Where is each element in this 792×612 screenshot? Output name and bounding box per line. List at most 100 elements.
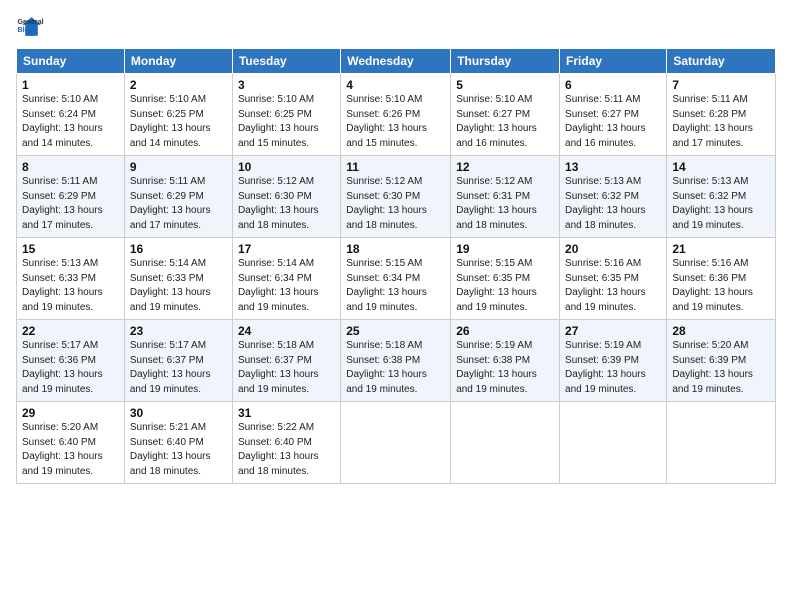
day-cell: 15 Sunrise: 5:13 AM Sunset: 6:33 PM Dayl… bbox=[17, 238, 125, 320]
day-cell: 5 Sunrise: 5:10 AM Sunset: 6:27 PM Dayli… bbox=[451, 74, 560, 156]
day-cell: 20 Sunrise: 5:16 AM Sunset: 6:35 PM Dayl… bbox=[560, 238, 667, 320]
day-cell: 24 Sunrise: 5:18 AM Sunset: 6:37 PM Dayl… bbox=[232, 320, 340, 402]
sunset-label: Sunset: 6:24 PM bbox=[22, 109, 96, 120]
week-row-3: 15 Sunrise: 5:13 AM Sunset: 6:33 PM Dayl… bbox=[17, 238, 776, 320]
daylight-label: Daylight: 13 hours and 14 minutes. bbox=[130, 123, 211, 149]
day-cell: 18 Sunrise: 5:15 AM Sunset: 6:34 PM Dayl… bbox=[341, 238, 451, 320]
day-number: 28 bbox=[672, 324, 770, 338]
daylight-label: Daylight: 13 hours and 18 minutes. bbox=[130, 451, 211, 477]
day-cell: 14 Sunrise: 5:13 AM Sunset: 6:32 PM Dayl… bbox=[667, 156, 776, 238]
sunrise-label: Sunrise: 5:10 AM bbox=[346, 94, 422, 105]
col-header-monday: Monday bbox=[124, 49, 232, 74]
col-header-tuesday: Tuesday bbox=[232, 49, 340, 74]
col-header-wednesday: Wednesday bbox=[341, 49, 451, 74]
sunrise-label: Sunrise: 5:11 AM bbox=[22, 176, 97, 187]
col-header-friday: Friday bbox=[560, 49, 667, 74]
day-info: Sunrise: 5:16 AM Sunset: 6:36 PM Dayligh… bbox=[672, 257, 770, 315]
daylight-label: Daylight: 13 hours and 19 minutes. bbox=[565, 369, 646, 395]
day-cell: 25 Sunrise: 5:18 AM Sunset: 6:38 PM Dayl… bbox=[341, 320, 451, 402]
sunset-label: Sunset: 6:27 PM bbox=[456, 109, 530, 120]
daylight-label: Daylight: 13 hours and 19 minutes. bbox=[672, 369, 753, 395]
day-info: Sunrise: 5:12 AM Sunset: 6:31 PM Dayligh… bbox=[456, 175, 554, 233]
sunset-label: Sunset: 6:36 PM bbox=[22, 355, 96, 366]
day-info: Sunrise: 5:10 AM Sunset: 6:27 PM Dayligh… bbox=[456, 93, 554, 151]
day-info: Sunrise: 5:15 AM Sunset: 6:34 PM Dayligh… bbox=[346, 257, 445, 315]
day-cell: 2 Sunrise: 5:10 AM Sunset: 6:25 PM Dayli… bbox=[124, 74, 232, 156]
day-number: 19 bbox=[456, 242, 554, 256]
header: General Blue bbox=[16, 14, 776, 42]
day-info: Sunrise: 5:13 AM Sunset: 6:32 PM Dayligh… bbox=[565, 175, 661, 233]
sunset-label: Sunset: 6:32 PM bbox=[672, 191, 746, 202]
sunset-label: Sunset: 6:29 PM bbox=[130, 191, 204, 202]
daylight-label: Daylight: 13 hours and 16 minutes. bbox=[456, 123, 537, 149]
sunset-label: Sunset: 6:25 PM bbox=[238, 109, 312, 120]
sunset-label: Sunset: 6:34 PM bbox=[238, 273, 312, 284]
day-number: 17 bbox=[238, 242, 335, 256]
day-info: Sunrise: 5:10 AM Sunset: 6:25 PM Dayligh… bbox=[238, 93, 335, 151]
sunrise-label: Sunrise: 5:15 AM bbox=[346, 258, 422, 269]
logo: General Blue bbox=[16, 14, 48, 42]
day-cell bbox=[341, 402, 451, 484]
col-header-sunday: Sunday bbox=[17, 49, 125, 74]
sunrise-label: Sunrise: 5:19 AM bbox=[565, 340, 641, 351]
sunrise-label: Sunrise: 5:11 AM bbox=[130, 176, 205, 187]
daylight-label: Daylight: 13 hours and 18 minutes. bbox=[238, 451, 319, 477]
day-number: 21 bbox=[672, 242, 770, 256]
day-number: 25 bbox=[346, 324, 445, 338]
day-number: 9 bbox=[130, 160, 227, 174]
daylight-label: Daylight: 13 hours and 19 minutes. bbox=[346, 369, 427, 395]
sunrise-label: Sunrise: 5:12 AM bbox=[346, 176, 422, 187]
day-info: Sunrise: 5:15 AM Sunset: 6:35 PM Dayligh… bbox=[456, 257, 554, 315]
daylight-label: Daylight: 13 hours and 19 minutes. bbox=[238, 287, 319, 313]
daylight-label: Daylight: 13 hours and 17 minutes. bbox=[672, 123, 753, 149]
sunset-label: Sunset: 6:40 PM bbox=[238, 437, 312, 448]
day-info: Sunrise: 5:12 AM Sunset: 6:30 PM Dayligh… bbox=[238, 175, 335, 233]
day-info: Sunrise: 5:22 AM Sunset: 6:40 PM Dayligh… bbox=[238, 421, 335, 479]
daylight-label: Daylight: 13 hours and 19 minutes. bbox=[22, 451, 103, 477]
day-info: Sunrise: 5:20 AM Sunset: 6:40 PM Dayligh… bbox=[22, 421, 119, 479]
svg-text:General: General bbox=[18, 19, 44, 26]
day-cell: 27 Sunrise: 5:19 AM Sunset: 6:39 PM Dayl… bbox=[560, 320, 667, 402]
sunrise-label: Sunrise: 5:10 AM bbox=[238, 94, 314, 105]
daylight-label: Daylight: 13 hours and 19 minutes. bbox=[672, 287, 753, 313]
day-cell: 16 Sunrise: 5:14 AM Sunset: 6:33 PM Dayl… bbox=[124, 238, 232, 320]
day-number: 13 bbox=[565, 160, 661, 174]
day-info: Sunrise: 5:17 AM Sunset: 6:36 PM Dayligh… bbox=[22, 339, 119, 397]
daylight-label: Daylight: 13 hours and 15 minutes. bbox=[346, 123, 427, 149]
day-info: Sunrise: 5:14 AM Sunset: 6:33 PM Dayligh… bbox=[130, 257, 227, 315]
sunrise-label: Sunrise: 5:11 AM bbox=[672, 94, 747, 105]
day-cell: 7 Sunrise: 5:11 AM Sunset: 6:28 PM Dayli… bbox=[667, 74, 776, 156]
day-info: Sunrise: 5:21 AM Sunset: 6:40 PM Dayligh… bbox=[130, 421, 227, 479]
sunrise-label: Sunrise: 5:13 AM bbox=[22, 258, 98, 269]
calendar-header-row: SundayMondayTuesdayWednesdayThursdayFrid… bbox=[17, 49, 776, 74]
day-info: Sunrise: 5:16 AM Sunset: 6:35 PM Dayligh… bbox=[565, 257, 661, 315]
day-info: Sunrise: 5:13 AM Sunset: 6:33 PM Dayligh… bbox=[22, 257, 119, 315]
day-cell: 31 Sunrise: 5:22 AM Sunset: 6:40 PM Dayl… bbox=[232, 402, 340, 484]
day-info: Sunrise: 5:11 AM Sunset: 6:27 PM Dayligh… bbox=[565, 93, 661, 151]
day-info: Sunrise: 5:10 AM Sunset: 6:25 PM Dayligh… bbox=[130, 93, 227, 151]
day-number: 2 bbox=[130, 78, 227, 92]
day-cell: 13 Sunrise: 5:13 AM Sunset: 6:32 PM Dayl… bbox=[560, 156, 667, 238]
sunset-label: Sunset: 6:29 PM bbox=[22, 191, 96, 202]
day-number: 5 bbox=[456, 78, 554, 92]
page: General Blue SundayMondayTuesdayWednesda… bbox=[0, 0, 792, 612]
daylight-label: Daylight: 13 hours and 19 minutes. bbox=[238, 369, 319, 395]
day-number: 22 bbox=[22, 324, 119, 338]
sunrise-label: Sunrise: 5:16 AM bbox=[672, 258, 748, 269]
day-info: Sunrise: 5:20 AM Sunset: 6:39 PM Dayligh… bbox=[672, 339, 770, 397]
daylight-label: Daylight: 13 hours and 19 minutes. bbox=[346, 287, 427, 313]
day-info: Sunrise: 5:18 AM Sunset: 6:38 PM Dayligh… bbox=[346, 339, 445, 397]
sunset-label: Sunset: 6:35 PM bbox=[565, 273, 639, 284]
day-number: 31 bbox=[238, 406, 335, 420]
sunrise-label: Sunrise: 5:21 AM bbox=[130, 422, 206, 433]
calendar-table: SundayMondayTuesdayWednesdayThursdayFrid… bbox=[16, 48, 776, 484]
day-cell: 10 Sunrise: 5:12 AM Sunset: 6:30 PM Dayl… bbox=[232, 156, 340, 238]
week-row-5: 29 Sunrise: 5:20 AM Sunset: 6:40 PM Dayl… bbox=[17, 402, 776, 484]
day-cell bbox=[667, 402, 776, 484]
daylight-label: Daylight: 13 hours and 19 minutes. bbox=[22, 287, 103, 313]
sunrise-label: Sunrise: 5:10 AM bbox=[456, 94, 532, 105]
day-number: 6 bbox=[565, 78, 661, 92]
day-cell: 19 Sunrise: 5:15 AM Sunset: 6:35 PM Dayl… bbox=[451, 238, 560, 320]
week-row-4: 22 Sunrise: 5:17 AM Sunset: 6:36 PM Dayl… bbox=[17, 320, 776, 402]
day-info: Sunrise: 5:13 AM Sunset: 6:32 PM Dayligh… bbox=[672, 175, 770, 233]
